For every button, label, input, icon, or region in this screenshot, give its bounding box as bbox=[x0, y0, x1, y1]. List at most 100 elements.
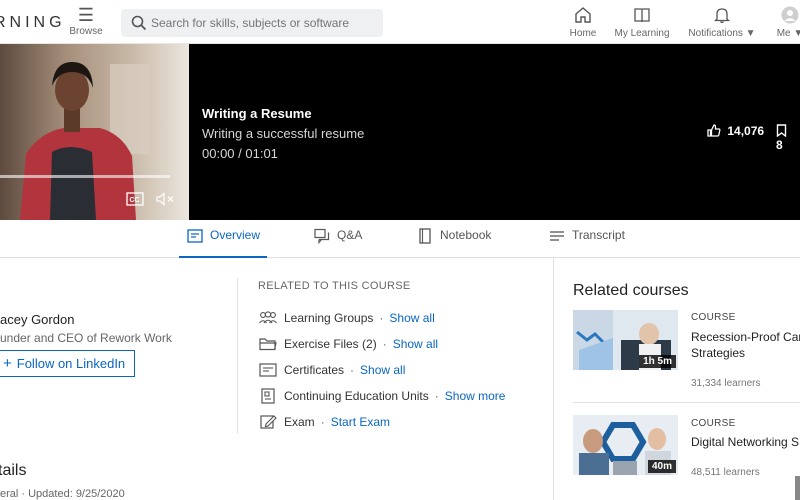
author-role: under and CEO of Rework Work bbox=[0, 331, 172, 345]
course-title-line: Recession-Proof Care bbox=[691, 330, 800, 344]
certificate-icon bbox=[259, 363, 277, 377]
nav-home[interactable]: Home bbox=[566, 6, 600, 39]
video-time: 00:00 / 01:01 bbox=[202, 146, 278, 161]
nav-my-learning[interactable]: My Learning bbox=[613, 6, 671, 39]
search-input[interactable] bbox=[151, 12, 376, 34]
me-label: Me bbox=[776, 28, 791, 39]
tab-overview-label: Overview bbox=[210, 228, 261, 242]
related-courses-heading: Related courses bbox=[573, 282, 689, 299]
certificates-row: Certificates · Show all bbox=[258, 361, 405, 379]
brand-logo[interactable]: RNING bbox=[0, 14, 66, 32]
chevron-down-icon: ▼ bbox=[793, 28, 800, 39]
book-icon bbox=[613, 6, 671, 28]
certificates-label: Certificates bbox=[284, 363, 345, 377]
course-title-text: Recession-Proof Care Strategies bbox=[691, 329, 800, 361]
related-to-course-heading: RELATED TO THIS COURSE bbox=[258, 280, 411, 292]
like-button[interactable]: 14,076 bbox=[707, 124, 764, 138]
course-duration: 40m bbox=[647, 460, 676, 473]
video-progress-bar[interactable] bbox=[0, 175, 170, 178]
search-icon bbox=[131, 15, 147, 31]
my-learning-label: My Learning bbox=[614, 28, 670, 39]
plus-icon: + bbox=[3, 355, 12, 372]
separator-dot: · bbox=[350, 363, 355, 377]
video-subtitle: Writing a successful resume bbox=[202, 126, 365, 141]
ceu-icon bbox=[261, 388, 275, 404]
hamburger-icon: ☰ bbox=[77, 5, 95, 25]
course-meta: eral · Updated: 9/25/2020 bbox=[0, 488, 125, 500]
exam-label: Exam bbox=[284, 415, 315, 429]
exercise-files-label: Exercise Files (2) bbox=[284, 337, 377, 351]
thumbs-up-icon bbox=[707, 124, 721, 137]
tab-overview[interactable]: Overview bbox=[179, 228, 267, 258]
course-type-label: COURSE bbox=[691, 312, 736, 323]
notebook-icon bbox=[419, 228, 431, 244]
search-box[interactable] bbox=[121, 9, 383, 37]
save-count: 8 bbox=[776, 138, 783, 152]
course-duration: 1h 5m bbox=[639, 355, 676, 368]
content-tabs: Overview Q&A Notebook Transcript bbox=[0, 220, 800, 258]
top-nav: RNING ☰ Browse Home My Learning Notifica… bbox=[0, 0, 800, 44]
course-title-line: Strategies bbox=[691, 346, 746, 360]
home-icon bbox=[566, 6, 600, 28]
bookmark-icon bbox=[776, 124, 787, 138]
home-label: Home bbox=[569, 28, 597, 39]
tab-notebook[interactable]: Notebook bbox=[417, 228, 491, 258]
sidebar-divider bbox=[553, 258, 554, 500]
browse-button[interactable]: ☰ Browse bbox=[66, 6, 106, 37]
follow-label: Follow on LinkedIn bbox=[16, 356, 126, 371]
course-divider bbox=[573, 402, 800, 403]
certificates-show-all-link[interactable]: Show all bbox=[360, 363, 405, 377]
overview-icon bbox=[187, 229, 203, 243]
learning-groups-show-all-link[interactable]: Show all bbox=[389, 311, 434, 325]
folder-icon bbox=[259, 338, 277, 351]
like-count: 14,076 bbox=[727, 124, 765, 138]
chevron-down-icon: ▼ bbox=[745, 28, 756, 39]
nav-notifications[interactable]: Notifications ▼ bbox=[686, 6, 758, 39]
course-title-link[interactable]: Recession-Proof Care Strategies bbox=[691, 329, 800, 361]
learning-groups-row: Learning Groups · Show all bbox=[258, 309, 435, 327]
video-player-band: CC Writing a Resume Writing a successful… bbox=[0, 44, 800, 220]
exam-icon bbox=[260, 415, 277, 429]
course-title-link[interactable]: Digital Networking S bbox=[691, 434, 799, 450]
course-learners: 31,334 learners bbox=[691, 378, 761, 389]
tab-notebook-label: Notebook bbox=[440, 228, 492, 242]
scrollbar[interactable] bbox=[795, 476, 800, 500]
svg-text:CC: CC bbox=[130, 197, 140, 204]
course-thumbnail[interactable]: 40m bbox=[573, 415, 678, 475]
course-thumbnail[interactable]: 1h 5m bbox=[573, 310, 678, 370]
continuing-education-row: Continuing Education Units · Show more bbox=[258, 387, 505, 405]
nav-me[interactable]: Me ▼ bbox=[775, 6, 800, 39]
avatar bbox=[775, 6, 800, 28]
bell-icon bbox=[686, 6, 758, 28]
video-frame[interactable]: CC bbox=[0, 44, 189, 220]
course-title: Recession-Proof Care Strategies bbox=[691, 329, 800, 361]
separator-dot: · bbox=[434, 389, 439, 403]
closed-captions-icon[interactable]: CC bbox=[126, 192, 144, 208]
notifications-label: Notifications bbox=[688, 28, 743, 39]
tab-transcript-label: Transcript bbox=[572, 228, 625, 242]
separator-dot: · bbox=[382, 337, 387, 351]
follow-on-linkedin-button[interactable]: + Follow on LinkedIn bbox=[0, 350, 135, 377]
separator-dot: · bbox=[320, 415, 325, 429]
tab-transcript[interactable]: Transcript bbox=[549, 228, 625, 258]
column-divider bbox=[237, 278, 238, 433]
transcript-icon bbox=[550, 231, 564, 241]
tab-qa-label: Q&A bbox=[337, 228, 363, 242]
exercise-files-show-all-link[interactable]: Show all bbox=[393, 337, 438, 351]
video-title: Writing a Resume bbox=[202, 106, 312, 121]
continuing-education-show-more-link[interactable]: Show more bbox=[445, 389, 506, 403]
exercise-files-row: Exercise Files (2) · Show all bbox=[258, 335, 438, 353]
details-heading: tails bbox=[0, 462, 27, 479]
course-learners: 48,511 learners bbox=[691, 467, 760, 478]
start-exam-link[interactable]: Start Exam bbox=[331, 415, 390, 429]
course-type-label: COURSE bbox=[691, 418, 736, 429]
browse-label: Browse bbox=[69, 26, 103, 37]
exam-row: Exam · Start Exam bbox=[258, 413, 390, 431]
save-button[interactable]: 8 bbox=[776, 124, 800, 152]
groups-icon bbox=[259, 311, 277, 324]
author-name[interactable]: acey Gordon bbox=[0, 312, 74, 327]
continuing-education-label: Continuing Education Units bbox=[284, 389, 429, 403]
mute-icon[interactable] bbox=[156, 192, 176, 208]
learning-groups-label: Learning Groups bbox=[284, 311, 374, 325]
tab-qa[interactable]: Q&A bbox=[314, 228, 362, 258]
